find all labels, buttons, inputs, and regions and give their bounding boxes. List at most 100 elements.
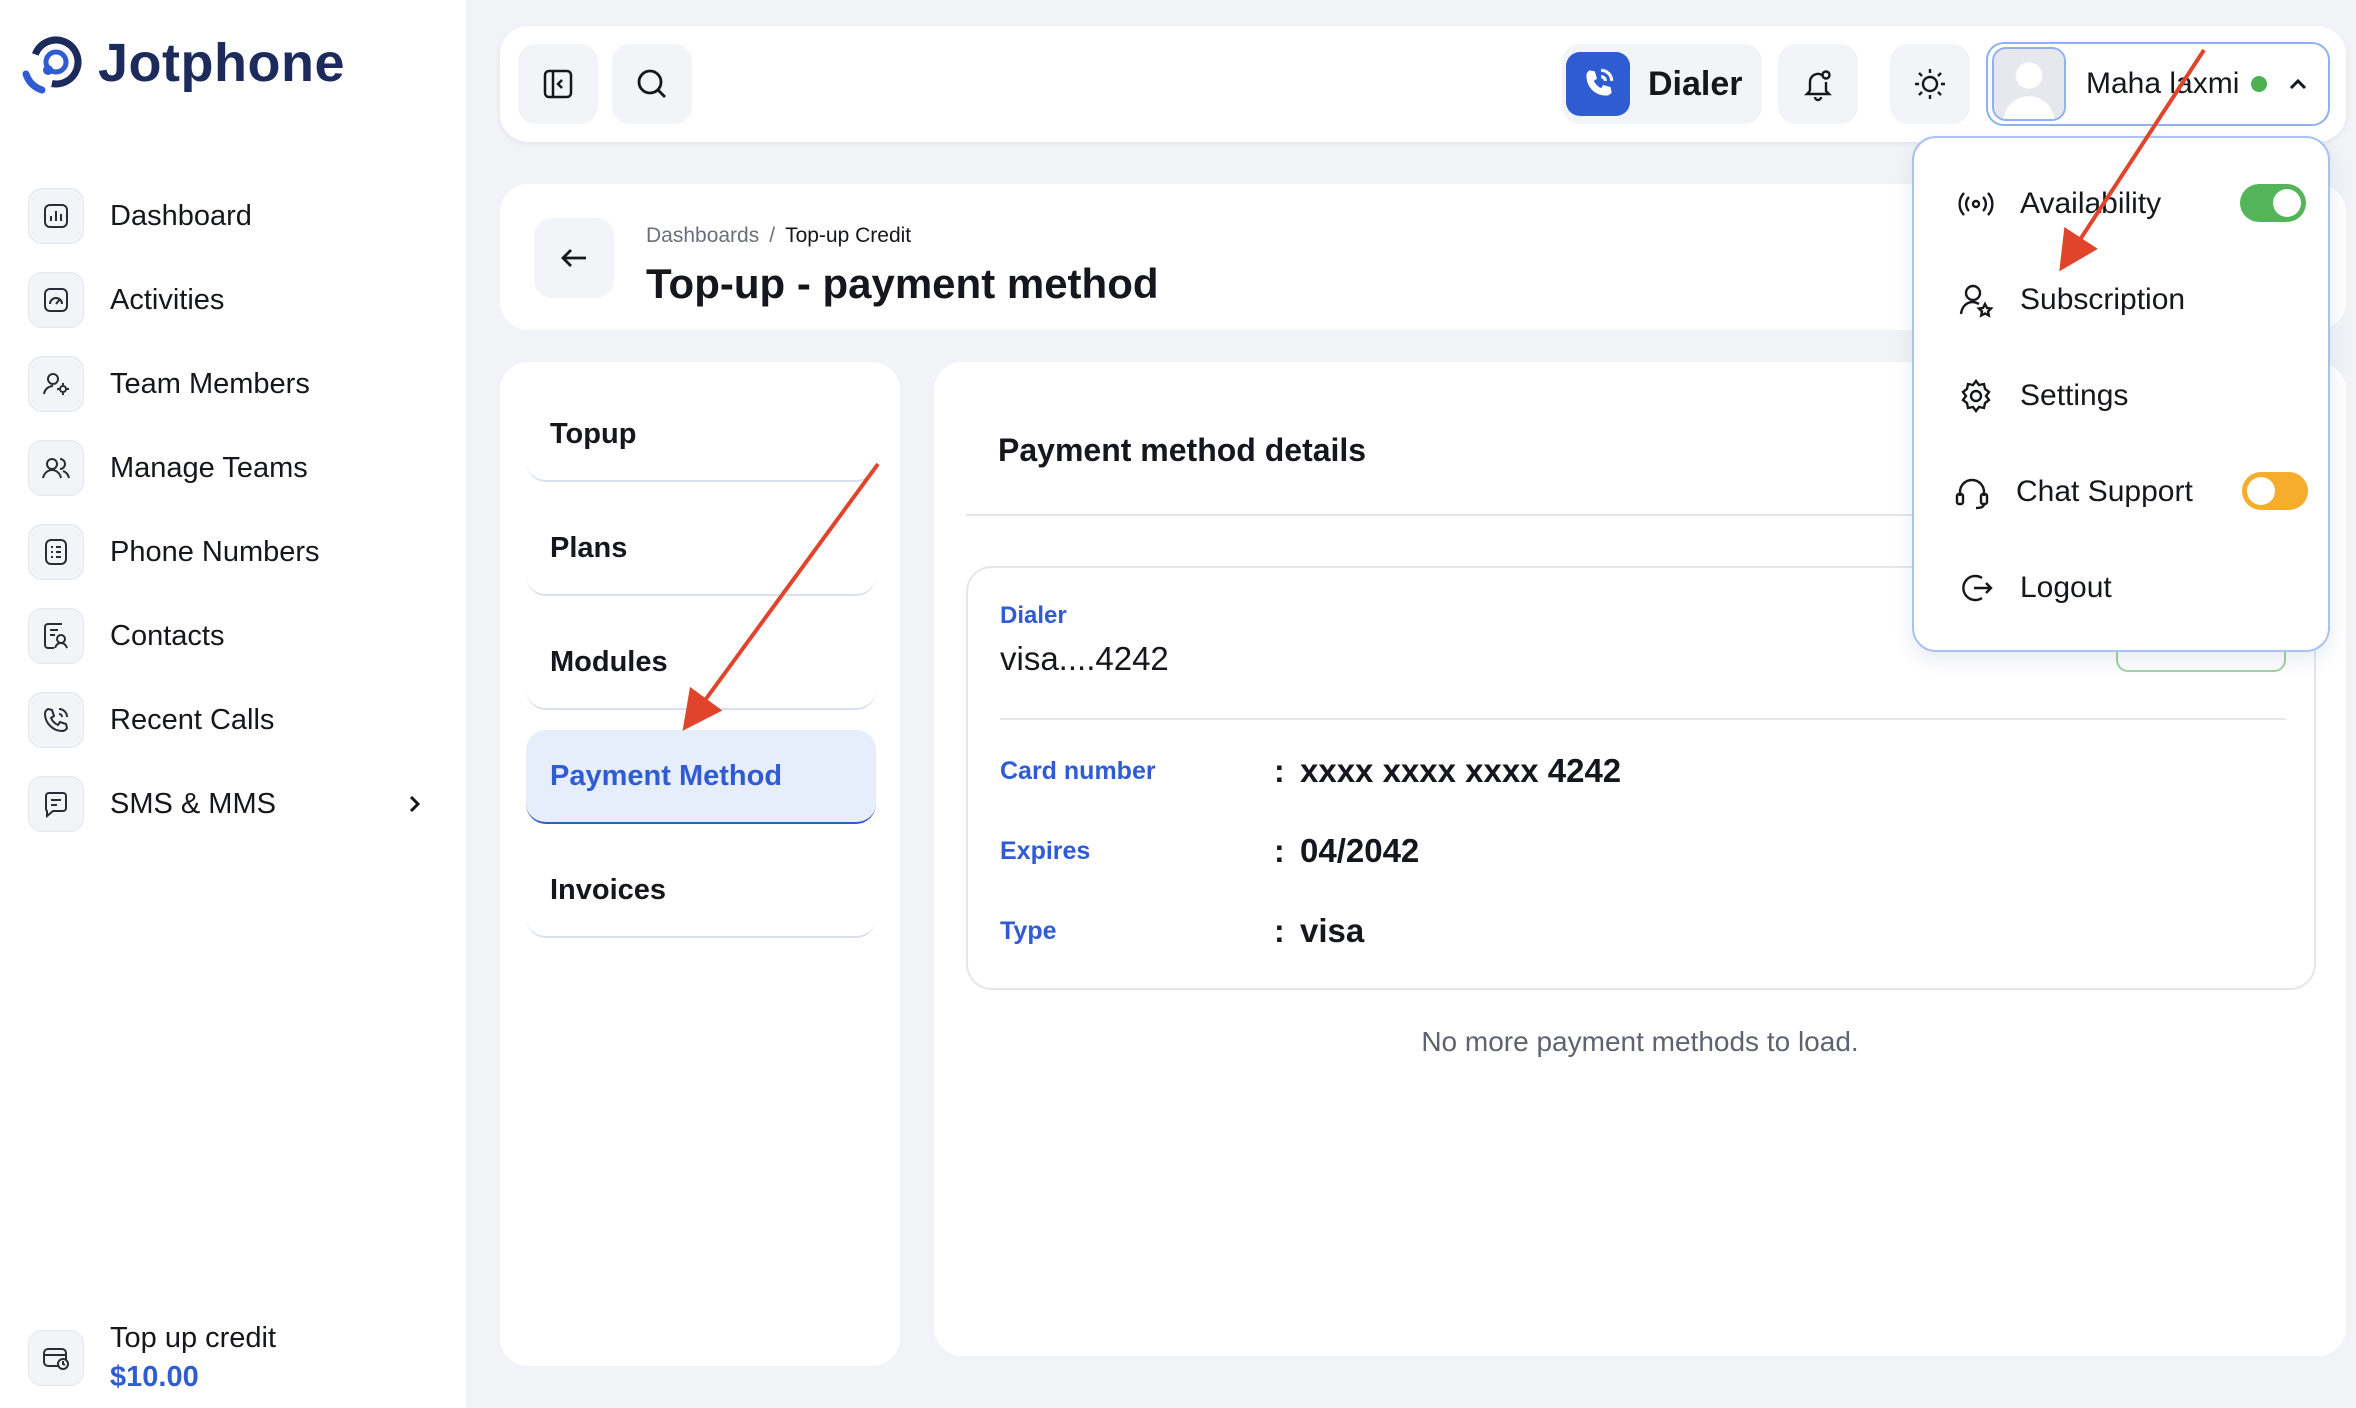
payment-provider: Dialer xyxy=(1000,602,1067,629)
sidebar: Jotphone Dashboard Activities Team Membe… xyxy=(0,0,466,1408)
notifications-button[interactable] xyxy=(1778,44,1858,124)
user-dropdown-menu: Availability Subscription Settings Chat … xyxy=(1912,136,2330,652)
menu-item-availability[interactable]: Availability xyxy=(1956,174,2306,234)
wallet-clock-icon xyxy=(28,1330,84,1386)
chat-icon xyxy=(28,776,84,832)
gauge-icon xyxy=(28,272,84,328)
headset-icon xyxy=(1955,478,1989,510)
topup-tabs: Topup Plans Modules Payment Method Invoi… xyxy=(500,362,900,1366)
sidebar-item-label: Phone Numbers xyxy=(110,535,320,568)
detail-colon: : xyxy=(1274,912,1285,949)
search-icon xyxy=(637,69,666,98)
detail-key: Card number xyxy=(1000,756,1156,785)
toggle-knob xyxy=(2247,477,2275,505)
menu-item-label: Subscription xyxy=(2020,283,2186,316)
phone-call-icon xyxy=(28,692,84,748)
menu-item-subscription[interactable]: Subscription xyxy=(1956,270,2306,330)
logout-icon xyxy=(1962,574,1993,602)
dialer-label: Dialer xyxy=(1648,64,1743,103)
user-menu-button[interactable]: Maha laxmi xyxy=(1986,42,2330,126)
phone-list-icon xyxy=(28,524,84,580)
detail-colon: : xyxy=(1274,832,1285,869)
sidebar-collapse-icon xyxy=(543,69,573,99)
detail-colon: : xyxy=(1274,752,1285,789)
detail-key: Expires xyxy=(1000,836,1091,865)
dialer-button[interactable]: Dialer xyxy=(1562,44,1762,124)
divider xyxy=(1000,718,2286,720)
masked-card: visa....4242 xyxy=(1000,640,1169,677)
menu-item-chat-support[interactable]: Chat Support xyxy=(1952,462,2308,522)
sidebar-item-contacts[interactable]: Contacts xyxy=(28,594,428,678)
back-button[interactable] xyxy=(534,218,614,298)
search-button[interactable] xyxy=(612,44,692,124)
jotphone-logo-icon xyxy=(22,36,82,94)
sidebar-item-label: Activities xyxy=(110,283,225,316)
sidebar-nav: Dashboard Activities Team Members Manage… xyxy=(28,174,428,846)
broadcast-icon xyxy=(1958,192,1994,216)
detail-value: xxxx xxxx xxxx 4242 xyxy=(1300,752,1622,789)
sun-icon xyxy=(1915,69,1945,99)
detail-row-card-number: Card number : xxxx xxxx xxxx 4242 xyxy=(1000,752,1621,790)
sidebar-item-label: Team Members xyxy=(110,367,310,400)
brand-logo[interactable]: Jotphone xyxy=(20,30,345,96)
menu-item-settings[interactable]: Settings xyxy=(1956,366,2306,426)
sidebar-item-label: Contacts xyxy=(110,619,225,652)
theme-toggle-button[interactable] xyxy=(1890,44,1970,124)
section-title: Payment method details xyxy=(998,432,1367,468)
tab-topup[interactable]: Topup xyxy=(526,388,876,482)
top-up-credit[interactable]: Top up credit $10.00 xyxy=(28,1322,276,1394)
menu-item-label: Chat Support xyxy=(2016,475,2193,508)
availability-toggle[interactable] xyxy=(2240,184,2306,222)
breadcrumb-separator: / xyxy=(769,224,776,247)
sidebar-item-phone-numbers[interactable]: Phone Numbers xyxy=(28,510,428,594)
arrow-left-icon xyxy=(561,249,586,267)
tab-modules[interactable]: Modules xyxy=(526,616,876,710)
toggle-knob xyxy=(2273,189,2301,217)
tab-payment-method[interactable]: Payment Method xyxy=(526,730,876,824)
menu-item-label: Logout xyxy=(2020,571,2112,604)
chevron-up-icon xyxy=(2290,78,2307,90)
breadcrumb-dashboards[interactable]: Dashboards xyxy=(646,224,759,248)
detail-value: 04/2042 xyxy=(1300,832,1420,869)
brand-name: Jotphone xyxy=(98,33,345,93)
breadcrumb: Dashboards / Top-up Credit xyxy=(646,224,911,248)
credit-info: Top up credit $10.00 xyxy=(110,1322,276,1394)
sidebar-item-dashboard[interactable]: Dashboard xyxy=(28,174,428,258)
sidebar-item-team-members[interactable]: Team Members xyxy=(28,342,428,426)
credit-label: Top up credit xyxy=(110,1322,277,1354)
menu-item-logout[interactable]: Logout xyxy=(1956,558,2306,618)
sidebar-item-label: SMS & MMS xyxy=(110,787,276,820)
detail-row-type: Type : visa xyxy=(1000,912,1364,950)
sidebar-item-sms-mms[interactable]: SMS & MMS xyxy=(28,762,428,846)
contact-card-icon xyxy=(28,608,84,664)
chat-support-toggle[interactable] xyxy=(2242,472,2308,510)
sidebar-item-manage-teams[interactable]: Manage Teams xyxy=(28,426,428,510)
page-title: Top-up - payment method xyxy=(646,260,1159,307)
avatar xyxy=(1992,47,2066,121)
sidebar-item-activities[interactable]: Activities xyxy=(28,258,428,342)
gear-icon xyxy=(1961,379,1991,413)
users-icon xyxy=(28,440,84,496)
no-more-message: No more payment methods to load. xyxy=(1421,1026,1859,1057)
chevron-right-icon[interactable] xyxy=(400,790,428,818)
phone-icon xyxy=(1566,52,1630,116)
sidebar-toggle-button[interactable] xyxy=(518,44,598,124)
menu-item-label: Availability xyxy=(2020,187,2162,220)
breadcrumb-top-up-credit: Top-up Credit xyxy=(785,224,912,247)
tab-plans[interactable]: Plans xyxy=(526,502,876,596)
detail-row-expires: Expires : 04/2042 xyxy=(1000,832,1419,870)
detail-value: visa xyxy=(1300,912,1365,949)
sidebar-item-recent-calls[interactable]: Recent Calls xyxy=(28,678,428,762)
tab-invoices[interactable]: Invoices xyxy=(526,844,876,938)
sidebar-item-label: Recent Calls xyxy=(110,703,275,736)
sidebar-item-label: Dashboard xyxy=(110,199,252,232)
sidebar-item-label: Manage Teams xyxy=(110,451,308,484)
user-star-icon xyxy=(1959,284,1994,318)
menu-item-label: Settings xyxy=(2020,379,2129,412)
credit-amount: $10.00 xyxy=(110,1361,199,1393)
user-gear-icon xyxy=(28,356,84,412)
user-name: Maha laxmi xyxy=(2086,67,2240,100)
top-bar: Dialer Maha laxmi xyxy=(500,26,2346,142)
chart-icon xyxy=(28,188,84,244)
detail-key: Type xyxy=(1000,916,1057,945)
